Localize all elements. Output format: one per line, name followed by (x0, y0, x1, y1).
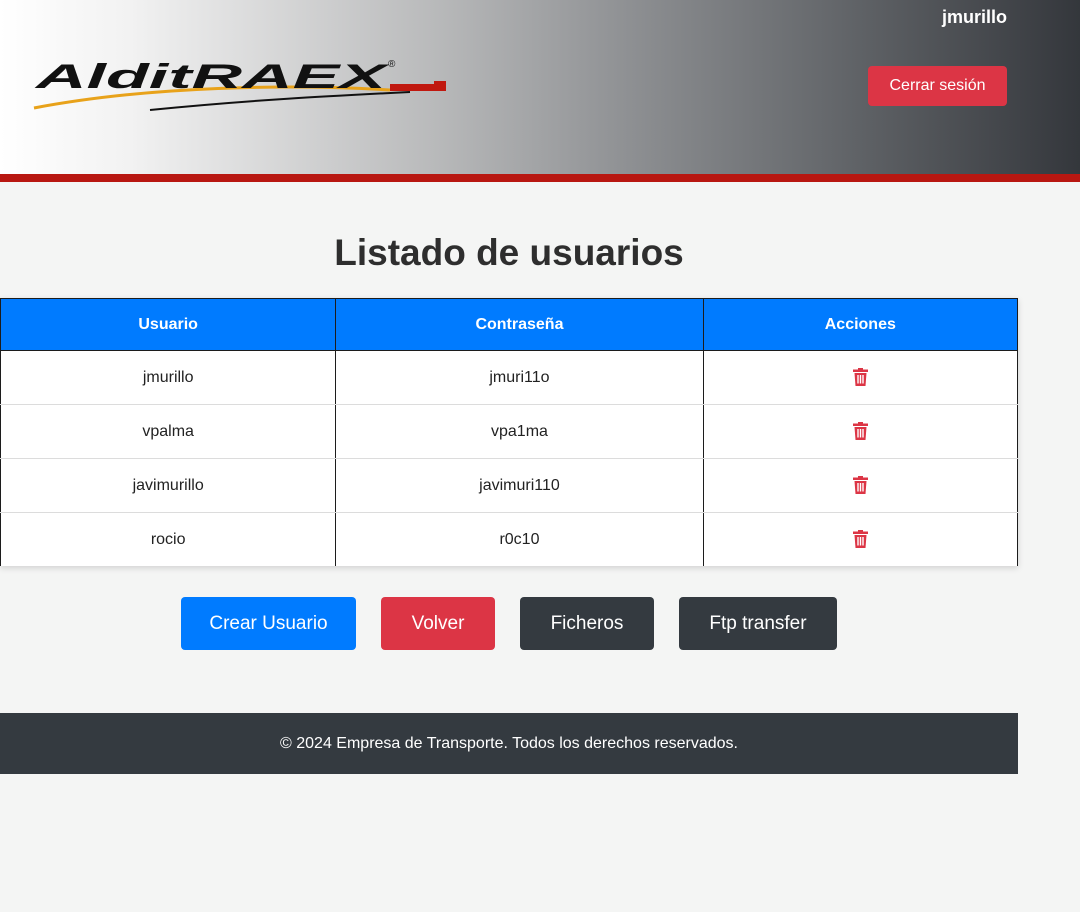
footer-text: © 2024 Empresa de Transporte. Todos los … (280, 734, 738, 752)
cell-usuario: vpalma (0, 404, 337, 459)
column-header-usuario: Usuario (0, 298, 337, 351)
action-buttons: Crear Usuario Volver Ficheros Ftp transf… (0, 597, 1018, 650)
trash-icon[interactable] (852, 476, 868, 495)
cell-acciones (702, 350, 1019, 405)
cell-acciones (702, 458, 1019, 513)
table-row: javimurillo javimuri110 (0, 458, 1019, 513)
files-button[interactable]: Ficheros (520, 597, 654, 650)
cell-usuario: jmurillo (0, 350, 337, 405)
cell-acciones (702, 512, 1019, 566)
cell-usuario: javimurillo (0, 458, 337, 513)
table-row: vpalma vpa1ma (0, 404, 1019, 459)
back-button[interactable]: Volver (381, 597, 495, 650)
create-user-button[interactable]: Crear Usuario (181, 597, 356, 650)
trash-icon[interactable] (852, 368, 868, 387)
ftp-transfer-button[interactable]: Ftp transfer (679, 597, 837, 650)
trash-icon[interactable] (852, 530, 868, 549)
cell-contrasena: javimuri110 (335, 458, 704, 513)
table-row: jmurillo jmuri11o (0, 350, 1019, 405)
cell-contrasena: vpa1ma (335, 404, 704, 459)
table-row: rocio r0c10 (0, 512, 1019, 566)
current-username: jmurillo (941, 7, 1007, 27)
page-title: Listado de usuarios (334, 232, 684, 273)
cell-acciones (702, 404, 1019, 459)
trash-icon[interactable] (852, 422, 868, 441)
svg-text:AlditRAEX: AlditRAEX (34, 58, 391, 96)
column-header-contrasena: Contraseña (335, 298, 704, 351)
svg-text:®: ® (388, 59, 396, 70)
header-stripe (0, 174, 1080, 182)
table-header-row: Usuario Contraseña Acciones (0, 298, 1019, 351)
cell-usuario: rocio (0, 512, 337, 566)
column-header-acciones: Acciones (702, 298, 1019, 351)
alditraex-logo: AlditRAEX ® (33, 58, 446, 111)
footer: © 2024 Empresa de Transporte. Todos los … (0, 713, 1018, 774)
header-bar: AlditRAEX ® jmurillo Cerrar sesión (0, 0, 1080, 174)
logout-button[interactable]: Cerrar sesión (868, 66, 1007, 106)
users-table: Usuario Contraseña Acciones jmurillo jmu… (0, 298, 1019, 566)
cell-contrasena: jmuri11o (335, 350, 704, 405)
cell-contrasena: r0c10 (335, 512, 704, 566)
